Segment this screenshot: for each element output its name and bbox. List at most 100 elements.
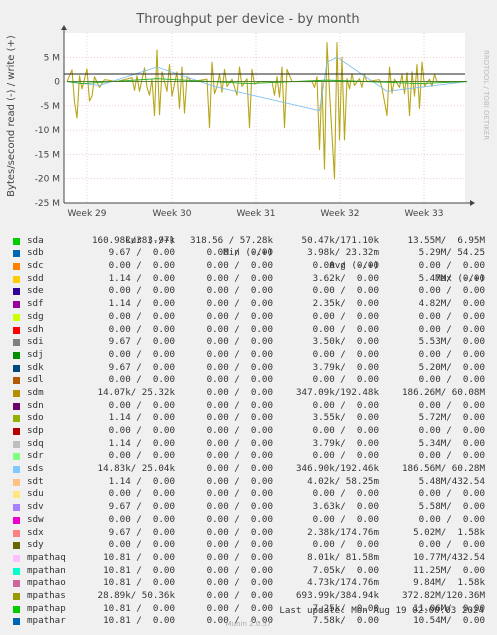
legend-min: 0.00 / 0.00	[206, 589, 273, 601]
legend-max: 11.25M/ 0.00	[413, 564, 485, 576]
legend-cur: 9.67 / 0.00	[108, 336, 175, 348]
legend-min: 0.00 / 0.00	[206, 463, 273, 475]
legend-device-name: sdg	[27, 310, 44, 322]
legend-avg: 0.00 / 0.00	[312, 348, 379, 360]
legend-cur: 0.00 / 0.00	[108, 348, 175, 360]
legend-avg: 347.09k/192.48k	[296, 386, 379, 398]
legend-max: 0.00 / 0.00	[418, 513, 485, 525]
legend-row: sdb 9.67 / 0.00 0.00 / 0.00 3.98k/ 23.32m 5.…	[0, 247, 497, 260]
y-tick-label: 0	[54, 78, 60, 88]
legend-cur: 10.81 / 0.00	[103, 564, 175, 576]
legend-row: mpathao 10.81 / 0.00 0.00 / 0.00 4.73k/174.…	[0, 577, 497, 590]
munin-version: Munin 2.0.57	[225, 620, 272, 628]
legend-min: 0.00 / 0.00	[206, 399, 273, 411]
legend-swatch	[13, 580, 20, 588]
legend-row: sdx 9.67 / 0.00 0.00 / 0.00 2.38k/174.76m 5.…	[0, 527, 497, 540]
legend-device-name: sdj	[27, 348, 44, 360]
legend-row: sdw 0.00 / 0.00 0.00 / 0.00 0.00 / 0.00 0.00…	[0, 514, 497, 527]
legend-cur: 0.00 / 0.00	[108, 374, 175, 386]
legend-cur: 0.00 / 0.00	[108, 539, 175, 551]
legend-max: 0.00 / 0.00	[418, 539, 485, 551]
legend-swatch	[13, 402, 20, 410]
legend-device-name: sdn	[27, 399, 44, 411]
legend-swatch	[13, 529, 20, 537]
legend-device-name: mpathas	[27, 589, 66, 601]
legend-swatch	[13, 592, 20, 600]
x-tick-label: Week 30	[153, 209, 192, 219]
legend-row: sdd 1.14 / 0.00 0.00 / 0.00 3.62k/ 0.00 5.47…	[0, 273, 497, 286]
legend-swatch	[13, 313, 20, 321]
chart-title: Throughput per device - by month	[135, 12, 359, 27]
legend-swatch	[13, 237, 20, 245]
legend-min: 0.00 / 0.00	[206, 488, 273, 500]
x-axis-arrow	[470, 200, 475, 206]
y-tick-label: -20 M	[35, 175, 60, 185]
legend-device-name: sdl	[27, 374, 44, 386]
legend-header: Cur (-/+) Min (-/+) Avg (-/+) Max (-/+)	[0, 222, 497, 284]
plot-background	[64, 33, 465, 203]
legend-min: 0.00 / 0.00	[206, 348, 273, 360]
legend-swatch	[13, 428, 20, 435]
legend-max: 0.00 / 0.00	[418, 260, 485, 272]
legend-min: 0.00 / 0.00	[206, 285, 273, 297]
legend-min: 0.00 / 0.00	[206, 425, 273, 436]
legend-min: 0.00 / 0.00	[206, 437, 273, 449]
legend-min: 0.00 / 0.00	[206, 412, 273, 424]
legend-row: sdg 0.00 / 0.00 0.00 / 0.00 0.00 / 0.00 0.00…	[0, 311, 497, 324]
legend-device-name: sdu	[27, 488, 44, 500]
legend-swatch	[13, 364, 20, 372]
legend-device-name: sdw	[27, 513, 44, 525]
legend-row: sdv 9.67 / 0.00 0.00 / 0.00 3.63k/ 0.00 5.58…	[0, 501, 497, 514]
legend-max: 186.26M/ 60.08M	[402, 386, 485, 398]
legend-avg: 50.47k/171.10k	[301, 234, 379, 246]
legend-max: 5.29M/ 54.25	[418, 247, 485, 259]
legend-max: 5.34M/ 0.00	[418, 437, 485, 449]
legend-min: 0.00 / 0.00	[206, 247, 273, 259]
legend-avg: 7.05k/ 0.00	[312, 564, 379, 576]
legend-swatch	[13, 415, 20, 423]
legend-cur: 0.00 / 0.00	[108, 323, 175, 335]
legend-cur: 1.14 / 0.00	[108, 475, 175, 487]
legend-row: sdu 0.00 / 0.00 0.00 / 0.00 0.00 / 0.00 0.00…	[0, 488, 497, 501]
legend-avg: 0.00 / 0.00	[312, 513, 379, 525]
legend-min: 0.00 / 0.00	[206, 564, 273, 576]
legend-max: 5.48M/432.54	[418, 475, 485, 487]
y-tick-label: -10 M	[35, 126, 60, 136]
legend-cur: 1.14 / 0.00	[108, 412, 175, 424]
legend-swatch	[13, 453, 20, 461]
legend-row: sdh 0.00 / 0.00 0.00 / 0.00 0.00 / 0.00 0.00…	[0, 324, 497, 337]
x-tick-label: Week 33	[405, 209, 444, 219]
legend-device-name: sda	[27, 234, 44, 246]
legend-avg: 0.00 / 0.00	[312, 539, 379, 551]
y-tick-label: 5 M	[44, 53, 60, 63]
legend-swatch	[13, 377, 20, 385]
legend-swatch	[13, 516, 20, 524]
legend-avg: 0.00 / 0.00	[312, 310, 379, 322]
legend-min: 0.00 / 0.00	[206, 577, 273, 589]
legend-device-name: sdc	[27, 260, 44, 272]
legend-row: mpathas 28.89k/ 50.36k 0.00 / 0.00 693.99k/…	[0, 590, 497, 603]
rrdtool-credit: RRDTOOL / TOBI OETIKER	[482, 50, 490, 140]
legend-device-name: mpathaq	[27, 551, 66, 563]
legend-swatch	[13, 351, 20, 359]
legend-swatch	[13, 250, 20, 258]
x-tick-label: Week 31	[237, 209, 276, 219]
legend-cur: 9.67 / 0.00	[108, 361, 175, 373]
legend-cur: 0.00 / 0.00	[108, 513, 175, 525]
legend-swatch	[13, 301, 20, 309]
legend-min: 0.00 / 0.00	[206, 602, 273, 614]
legend-min: 0.00 / 0.00	[206, 551, 273, 563]
legend-cur: 0.00 / 0.00	[108, 450, 175, 462]
legend-device-name: sds	[27, 463, 44, 475]
legend-avg: 4.02k/ 58.25m	[307, 475, 379, 487]
legend-max: 5.02M/ 1.58k	[413, 526, 485, 538]
legend-max: 0.00 / 0.00	[418, 374, 485, 386]
legend-swatch	[13, 466, 20, 474]
legend-max: 13.55M/ 6.95M	[407, 234, 485, 246]
legend-row: sdr 0.00 / 0.00 0.00 / 0.00 0.00 / 0.00 0.00…	[0, 450, 497, 463]
legend-device-name: sdb	[27, 247, 44, 259]
legend-min: 0.00 / 0.00	[206, 323, 273, 335]
legend-max: 10.77M/432.54	[413, 551, 485, 563]
legend-device-name: mpathap	[27, 602, 66, 614]
legend-min: 0.00 / 0.00	[206, 539, 273, 551]
